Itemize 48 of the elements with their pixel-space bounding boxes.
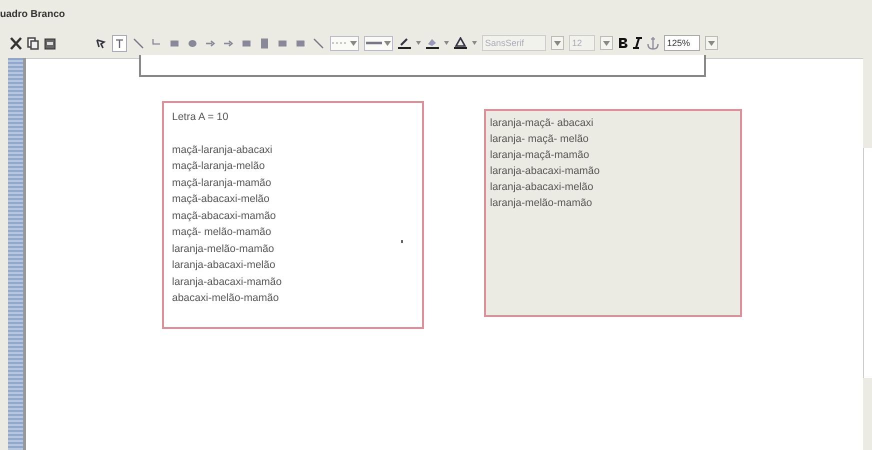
bold-icon[interactable]: [618, 37, 628, 49]
text-line: laranja-maçã-mamão: [490, 148, 590, 163]
line-width-dropdown[interactable]: [364, 36, 393, 50]
dropdown-arrow-icon[interactable]: [416, 41, 421, 45]
dropdown-arrow-icon[interactable]: [444, 41, 449, 45]
text-line: abacaxi-melão-mamão: [172, 291, 279, 306]
line-style-dropdown[interactable]: [330, 36, 359, 50]
text-line: maçã-laranja-melão: [172, 159, 265, 174]
pen-icon[interactable]: [398, 37, 411, 49]
dropdown-button[interactable]: [551, 36, 564, 50]
text-line: Letra A = 10: [172, 110, 228, 125]
thick-line-icon: [366, 40, 382, 46]
text-line: maçã-laranja-mamão: [172, 176, 272, 190]
dashed-line-icon: [332, 40, 348, 46]
text-tool-icon[interactable]: [112, 34, 127, 52]
text-line: laranja-melão-mamão: [490, 196, 592, 211]
text-line: laranja-abacaxi-mamão: [172, 274, 282, 290]
anchor-icon[interactable]: [647, 36, 659, 50]
text-line: maçã-abacaxi-mamão: [172, 208, 276, 224]
caret-icon: [708, 40, 715, 46]
caret-icon: [384, 40, 391, 46]
text-line: laranja-abacaxi-melão: [172, 258, 276, 273]
text-line: laranja-melão-mamão: [172, 242, 274, 256]
scrollbar[interactable]: [863, 148, 872, 378]
dropdown-arrow-icon[interactable]: [472, 41, 477, 45]
caret-icon: [603, 40, 610, 46]
dropdown-button[interactable]: [705, 36, 718, 50]
copy-icon[interactable]: [27, 36, 39, 50]
text-line: maçã-abacaxi-melão: [172, 192, 270, 207]
paint-bucket-icon[interactable]: [426, 37, 439, 49]
text-line: maçã-laranja-abacaxi: [172, 142, 272, 158]
line-tool-icon[interactable]: [132, 36, 145, 50]
text-line: maçã- melão-mamão: [172, 225, 272, 240]
text-line: laranja-maçã- abacaxi: [490, 116, 594, 131]
cut-icon[interactable]: [10, 36, 22, 50]
text-line: laranja-abacaxi-mamão: [490, 164, 600, 179]
window-title: uadro Branco: [0, 8, 66, 20]
tall-tool-icon[interactable]: [258, 36, 271, 50]
caret-icon: [350, 40, 357, 46]
caret-icon: [554, 40, 561, 46]
italic-icon[interactable]: [633, 37, 642, 49]
text-color-icon[interactable]: [454, 37, 467, 49]
text-line: laranja- maçã- melão: [490, 132, 589, 147]
dropdown-button[interactable]: [600, 36, 613, 50]
line-tool-icon[interactable]: [312, 36, 325, 50]
text-line: laranja-abacaxi-melão: [490, 180, 594, 195]
zoom-field[interactable]: 125%: [664, 35, 700, 51]
paste-icon[interactable]: [44, 36, 56, 50]
